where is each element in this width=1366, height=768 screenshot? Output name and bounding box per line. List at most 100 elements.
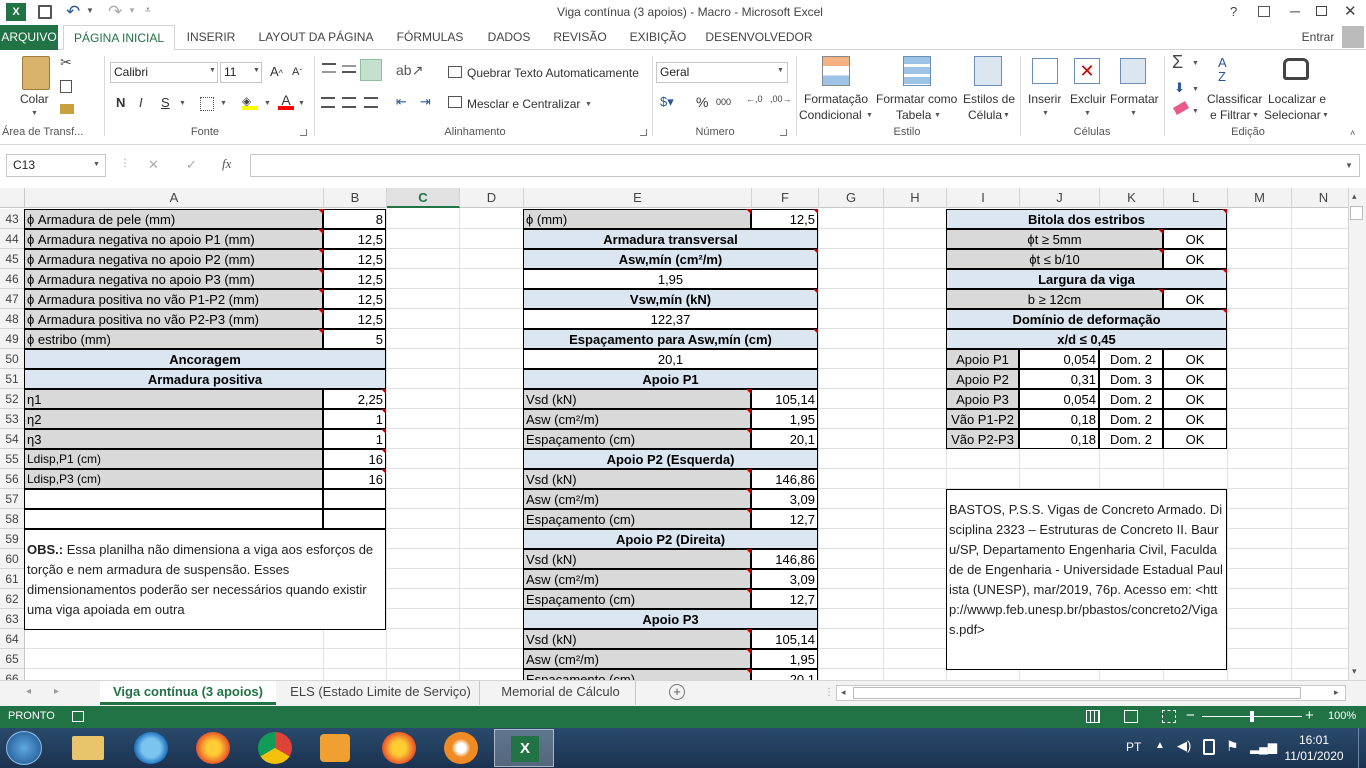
row-header-58[interactable]: 58 [0, 509, 25, 529]
empty-cell[interactable] [24, 489, 323, 509]
domain-value[interactable]: 0,054 [1019, 389, 1099, 409]
check-label[interactable]: ϕt ≥ 5mm [946, 229, 1163, 249]
domain-label[interactable]: Apoio P3 [946, 389, 1019, 409]
sheet-tab-memorial[interactable]: Memorial de Cálculo [486, 681, 636, 705]
domain-ok[interactable]: OK [1163, 429, 1227, 449]
aswmin-value[interactable]: 1,95 [523, 269, 818, 289]
italic-button[interactable]: I [139, 95, 143, 110]
undo-icon[interactable]: ↶ [66, 2, 80, 22]
align-center-icon[interactable] [342, 97, 356, 108]
spacing-label[interactable]: Espaçamento (cm) [523, 669, 751, 680]
format-table-dropdown-icon[interactable]: ▼ [934, 112, 941, 119]
scroll-right-icon[interactable]: ▸ [1334, 687, 1339, 698]
add-sheet-icon[interactable]: + [669, 684, 685, 700]
vswmin-value[interactable]: 122,37 [523, 309, 818, 329]
spacing-label[interactable]: Espaçamento (cm) [523, 509, 751, 529]
minimize-icon[interactable]: ─ [1290, 3, 1300, 19]
scroll-up-icon[interactable]: ▴ [1352, 191, 1357, 202]
asw-label[interactable]: Asw (cm²/m) [523, 569, 751, 589]
zoom-level[interactable]: 100% [1328, 710, 1356, 722]
asw-label[interactable]: Asw (cm²/m) [523, 409, 751, 429]
format-table-label2[interactable]: Tabela [896, 108, 931, 122]
vertical-scrollbar[interactable] [1348, 188, 1366, 680]
font-color-dropdown-icon[interactable]: ▼ [298, 100, 305, 107]
vsd-value[interactable]: 105,14 [751, 629, 818, 649]
param-value[interactable]: 12,5 [323, 269, 386, 289]
row-header-64[interactable]: 64 [0, 629, 25, 649]
column-header-n[interactable]: N [1292, 188, 1356, 208]
find-select-dropdown-icon[interactable]: ▼ [1322, 112, 1329, 119]
tab-pagina-inicial[interactable]: PÁGINA INICIAL [63, 25, 175, 51]
row-header-51[interactable]: 51 [0, 369, 25, 389]
delete-cells-button[interactable]: Excluir [1070, 92, 1106, 106]
asw-label[interactable]: Asw (cm²/m) [523, 649, 751, 669]
vsd-value[interactable]: 146,86 [751, 549, 818, 569]
merge-center-button[interactable]: Mesclar e Centralizar [467, 97, 580, 111]
domain-value[interactable]: 0,18 [1019, 409, 1099, 429]
row-header-53[interactable]: 53 [0, 409, 25, 429]
restore-icon[interactable] [1316, 6, 1327, 16]
row-header-43[interactable]: 43 [0, 209, 25, 229]
column-header-a[interactable]: A [25, 188, 324, 208]
domain-label[interactable]: Vão P1-P2 [946, 409, 1019, 429]
check-ok[interactable]: OK [1163, 229, 1227, 249]
sort-filter-label2[interactable]: e Filtrar [1210, 108, 1251, 122]
vsd-label[interactable]: Vsd (kN) [523, 469, 751, 489]
support-header[interactable]: Apoio P3 [523, 609, 818, 629]
anchorage-label[interactable]: Ldisp,P3 (cm) [24, 469, 323, 489]
row-header-48[interactable]: 48 [0, 309, 25, 329]
page-layout-view-icon[interactable] [1124, 710, 1138, 723]
borders-icon[interactable] [200, 97, 214, 111]
scroll-left-icon[interactable]: ◂ [841, 687, 846, 698]
sheet-tab-viga[interactable]: Viga contínua (3 apoios) [100, 681, 276, 705]
flag-icon[interactable]: ⚑ [1226, 738, 1239, 755]
param-value[interactable]: 8 [323, 209, 386, 229]
delete-cells-icon[interactable]: ✕ [1074, 58, 1100, 84]
domain-ok[interactable]: OK [1163, 349, 1227, 369]
cell-styles-button[interactable]: Estilos de [963, 92, 1015, 106]
vertical-scroll-thumb[interactable] [1350, 206, 1363, 220]
column-header-d[interactable]: D [460, 188, 524, 208]
phi-value[interactable]: 12,5 [751, 209, 818, 229]
delete-dropdown-icon[interactable]: ▼ [1084, 110, 1091, 117]
number-format-select[interactable]: Geral [656, 62, 788, 83]
clock-time[interactable]: 16:01 [1294, 733, 1334, 747]
column-header-k[interactable]: K [1100, 188, 1164, 208]
fill-color-icon[interactable]: ◈ [242, 94, 258, 110]
param-label[interactable]: ϕ Armadura de pele (mm) [24, 209, 323, 229]
fill-dropdown-icon[interactable]: ▼ [1192, 86, 1199, 93]
deformation-domain-header[interactable]: Domínio de deformação [946, 309, 1227, 329]
empty-cell[interactable] [323, 489, 386, 509]
align-left-icon[interactable] [321, 97, 335, 108]
alignment-dialog-launcher-icon[interactable] [640, 129, 647, 136]
settings-app-icon[interactable] [444, 732, 478, 764]
vsd-value[interactable]: 105,14 [751, 389, 818, 409]
asw-value[interactable]: 3,09 [751, 569, 818, 589]
tab-dados[interactable]: DADOS [480, 25, 538, 50]
domain-value[interactable]: 0,054 [1019, 349, 1099, 369]
clear-dropdown-icon[interactable]: ▼ [1192, 108, 1199, 115]
row-header-60[interactable]: 60 [0, 549, 25, 569]
select-all-corner[interactable] [0, 188, 25, 208]
align-middle-icon[interactable] [342, 65, 356, 73]
row-header-66[interactable]: 66 [0, 669, 25, 680]
undo-dropdown-icon[interactable]: ▼ [86, 6, 94, 15]
cell-styles-dropdown-icon[interactable]: ▼ [1003, 112, 1010, 119]
number-dialog-launcher-icon[interactable] [780, 129, 787, 136]
insert-cells-button[interactable]: Inserir [1028, 92, 1061, 106]
zoom-in-icon[interactable]: + [1305, 707, 1314, 724]
domain-ok[interactable]: OK [1163, 409, 1227, 429]
anchorage-value[interactable]: 16 [323, 469, 386, 489]
orientation-icon[interactable]: ab↗ [396, 62, 423, 79]
thousands-button[interactable]: 000 [716, 97, 731, 107]
help-button[interactable]: ? [1230, 4, 1237, 19]
sort-filter-button[interactable]: Classificar [1207, 92, 1262, 106]
align-bottom-icon[interactable] [360, 59, 382, 81]
start-button-icon[interactable] [6, 731, 42, 765]
check-ok[interactable]: OK [1163, 249, 1227, 269]
shrink-font-icon[interactable]: Aˇ [292, 66, 302, 78]
show-desktop-button[interactable] [1358, 728, 1366, 768]
spacing-value[interactable]: 20,1 [751, 429, 818, 449]
anchorage-value[interactable]: 1 [323, 409, 386, 429]
anchorage-label[interactable]: η2 [24, 409, 323, 429]
